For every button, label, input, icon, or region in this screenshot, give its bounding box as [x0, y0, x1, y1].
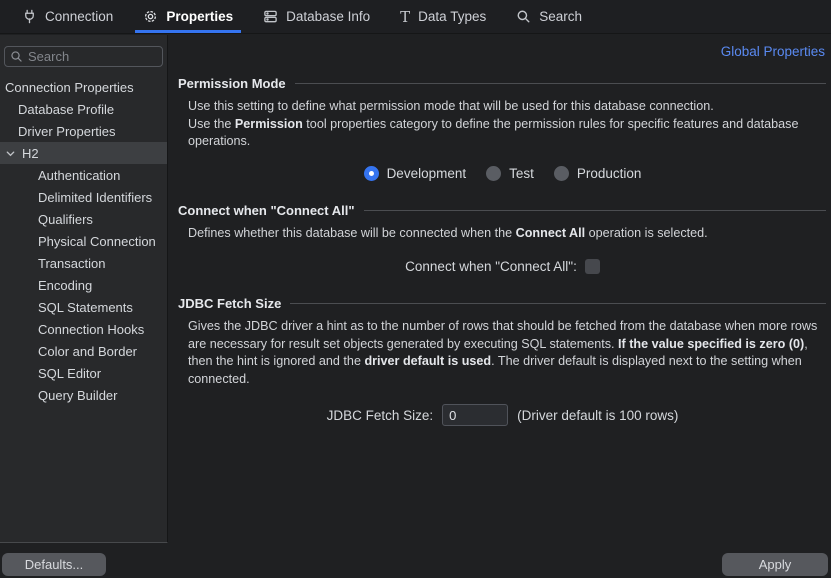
properties-panel: Global Properties Permission Mode Use th… [169, 35, 831, 578]
description-text: Defines whether this database will be co… [188, 226, 516, 240]
tab-bar: Connection Properties Database Info T Da… [0, 0, 831, 34]
tree-item-label: H2 [22, 146, 39, 161]
apply-button[interactable]: Apply [722, 553, 828, 576]
sidebar-item-authentication[interactable]: Authentication [0, 164, 167, 186]
radio-label: Development [387, 166, 467, 181]
sidebar-item-qualifiers[interactable]: Qualifiers [0, 208, 167, 230]
sidebar-item-encoding[interactable]: Encoding [0, 274, 167, 296]
description-bold: Connect All [516, 226, 586, 240]
tab-data-types[interactable]: T Data Types [392, 0, 494, 33]
tree-item-label: Encoding [38, 278, 92, 293]
section-header-jdbc-fetch-size: JDBC Fetch Size [178, 296, 827, 311]
radio-label: Test [509, 166, 534, 181]
connect-all-description: Defines whether this database will be co… [188, 225, 823, 243]
sidebar-item-sql-editor[interactable]: SQL Editor [0, 362, 167, 384]
radio-development-circle[interactable] [364, 166, 379, 181]
section-title: Permission Mode [178, 76, 286, 91]
type-icon: T [400, 8, 410, 26]
sidebar-item-database-profile[interactable]: Database Profile [0, 98, 167, 120]
radio-production-circle[interactable] [554, 166, 569, 181]
tab-label: Connection [45, 9, 113, 24]
tab-database-info[interactable]: Database Info [255, 0, 378, 33]
section-divider [364, 210, 826, 211]
section-title: Connect when "Connect All" [178, 203, 355, 218]
jdbc-fetch-hint: (Driver default is 100 rows) [517, 408, 678, 423]
sidebar-item-delimited-identifiers[interactable]: Delimited Identifiers [0, 186, 167, 208]
radio-test-circle[interactable] [486, 166, 501, 181]
radio-test[interactable]: Test [486, 166, 534, 181]
connect-all-checkbox[interactable] [585, 259, 600, 274]
sidebar-item-driver-properties[interactable]: Driver Properties [0, 120, 167, 142]
radio-production[interactable]: Production [554, 166, 642, 181]
section-divider [290, 303, 826, 304]
tab-search[interactable]: Search [508, 0, 590, 33]
tree-item-label: Database Profile [18, 102, 114, 117]
section-header-permission-mode: Permission Mode [178, 76, 827, 91]
description-bold: driver default is used [364, 354, 491, 368]
tab-label: Data Types [418, 9, 486, 24]
sidebar-item-connection-properties[interactable]: Connection Properties [0, 76, 167, 98]
tree-item-label: SQL Editor [38, 366, 101, 381]
section-title: JDBC Fetch Size [178, 296, 281, 311]
sidebar-item-physical-connection[interactable]: Physical Connection [0, 230, 167, 252]
radio-development[interactable]: Development [364, 166, 467, 181]
tree-item-label: Physical Connection [38, 234, 156, 249]
tab-label: Properties [166, 9, 233, 24]
tree-item-label: Driver Properties [18, 124, 116, 139]
tree-item-label: Delimited Identifiers [38, 190, 152, 205]
sidebar-item-query-builder[interactable]: Query Builder [0, 384, 167, 406]
permission-mode-radios: Development Test Production [178, 166, 827, 181]
search-icon [10, 50, 23, 63]
description-bold: If the value specified is zero (0) [618, 337, 804, 351]
description-text: Use the [188, 117, 235, 131]
jdbc-fetch-row: JDBC Fetch Size: (Driver default is 100 … [178, 404, 827, 426]
sidebar: Connection Properties Database Profile D… [0, 35, 168, 543]
server-icon [263, 9, 278, 24]
tree-item-label: Color and Border [38, 344, 137, 359]
search-icon [516, 9, 531, 24]
tab-properties[interactable]: Properties [135, 0, 241, 33]
tab-label: Search [539, 9, 582, 24]
properties-tree: Connection Properties Database Profile D… [0, 76, 167, 406]
section-header-connect-all: Connect when "Connect All" [178, 203, 827, 218]
global-properties-link[interactable]: Global Properties [721, 44, 825, 59]
radio-label: Production [577, 166, 642, 181]
tree-item-label: Qualifiers [38, 212, 93, 227]
section-divider [295, 83, 826, 84]
description-bold: Permission [235, 117, 303, 131]
tab-connection[interactable]: Connection [14, 0, 121, 33]
sidebar-item-transaction[interactable]: Transaction [0, 252, 167, 274]
sidebar-item-sql-statements[interactable]: SQL Statements [0, 296, 167, 318]
chevron-down-icon[interactable] [5, 148, 16, 159]
connect-all-row: Connect when "Connect All": [178, 259, 827, 274]
sidebar-search[interactable] [4, 46, 163, 67]
tree-item-label: SQL Statements [38, 300, 133, 315]
search-input[interactable] [28, 49, 157, 64]
jdbc-fetch-input[interactable] [442, 404, 508, 426]
description-text: operation is selected. [585, 226, 708, 240]
connect-all-label: Connect when "Connect All": [405, 259, 577, 274]
tree-item-label: Connection Properties [5, 80, 134, 95]
tree-item-label: Authentication [38, 168, 120, 183]
plug-icon [22, 9, 37, 24]
sidebar-item-connection-hooks[interactable]: Connection Hooks [0, 318, 167, 340]
description-text: Use this setting to define what permissi… [188, 99, 714, 113]
jdbc-fetch-description: Gives the JDBC driver a hint as to the n… [188, 318, 823, 388]
sidebar-item-h2[interactable]: H2 [0, 142, 167, 164]
sidebar-item-color-and-border[interactable]: Color and Border [0, 340, 167, 362]
permission-mode-description: Use this setting to define what permissi… [188, 98, 823, 151]
tree-item-label: Connection Hooks [38, 322, 144, 337]
tree-item-label: Transaction [38, 256, 105, 271]
tab-label: Database Info [286, 9, 370, 24]
defaults-button[interactable]: Defaults... [2, 553, 106, 576]
gear-icon [143, 9, 158, 24]
jdbc-fetch-label: JDBC Fetch Size: [327, 408, 434, 423]
tree-item-label: Query Builder [38, 388, 117, 403]
